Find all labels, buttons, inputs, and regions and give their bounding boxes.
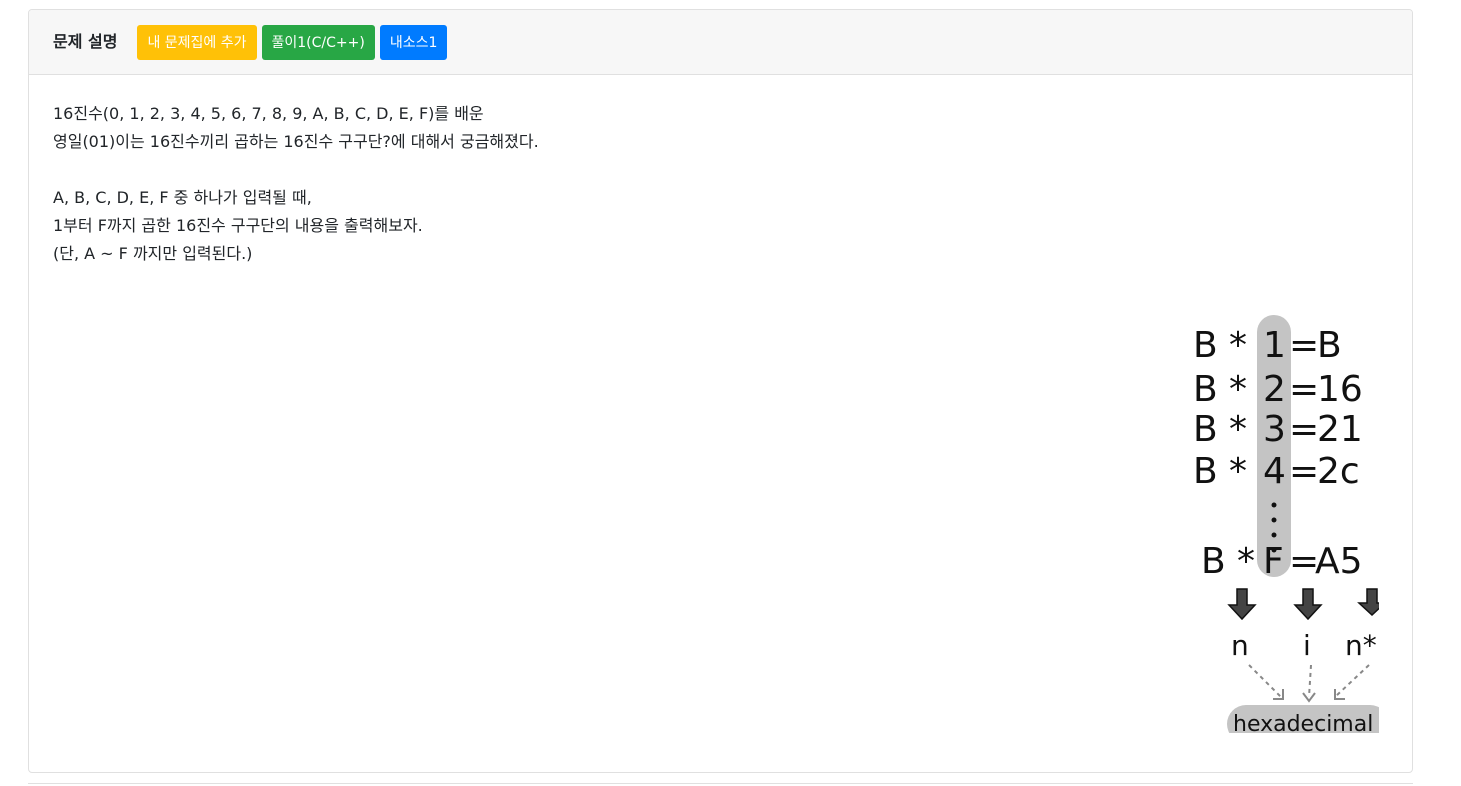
description-line: (단, A ~ F 까지만 입력된다.) <box>53 244 253 263</box>
equation-row: B * 4 = 2c <box>1193 451 1360 492</box>
row-result: 2c <box>1317 451 1360 492</box>
row-op: * <box>1229 325 1247 366</box>
solution-button[interactable]: 풀이1(C/C++) <box>261 24 375 60</box>
row-i: 4 <box>1263 451 1286 492</box>
problem-description: 16진수(0, 1, 2, 3, 4, 5, 6, 7, 8, 9, A, B,… <box>29 75 1412 772</box>
row-op: * <box>1229 369 1247 410</box>
my-source-button[interactable]: 내소스1 <box>379 24 448 60</box>
hex-multiplication-illustration: B * 1 = B B * 2 = 16 B * 3 = 21 B * 4 = … <box>1189 313 1389 743</box>
down-arrow-icon <box>1293 588 1323 621</box>
label-n: n <box>1231 629 1249 662</box>
illustration-svg: B * 1 = B B * 2 = 16 B * 3 = 21 B * 4 = … <box>1193 315 1389 743</box>
dashed-arrows <box>1248 664 1370 698</box>
row-n: B <box>1193 451 1218 492</box>
equation-row: B * 1 = B <box>1193 325 1342 366</box>
equation-row: B * 3 = 21 <box>1193 409 1363 450</box>
problem-card: 문제 설명 내 문제집에 추가 풀이1(C/C++) 내소스1 16진수(0, … <box>28 9 1413 773</box>
description-line: A, B, C, D, E, F 중 하나가 입력될 때, <box>53 188 312 207</box>
row-eq: = <box>1289 369 1319 410</box>
row-n: B <box>1193 325 1218 366</box>
row-result: B <box>1317 325 1342 366</box>
equation-row: B * 2 = 16 <box>1193 369 1363 410</box>
row-eq: = <box>1289 409 1319 450</box>
row-result: 16 <box>1317 369 1363 410</box>
row-op: * <box>1237 541 1255 582</box>
add-to-problem-set-button[interactable]: 내 문제집에 추가 <box>137 24 257 60</box>
row-i: F <box>1263 541 1284 582</box>
row-result: 21 <box>1317 409 1363 450</box>
label-output: hexadecimal <box>1233 712 1373 733</box>
row-eq: = <box>1289 451 1319 492</box>
row-n: B <box>1193 369 1218 410</box>
row-result: A5 <box>1315 541 1363 582</box>
description-line: 1부터 F까지 곱한 16진수 구구단의 내용을 출력해보자. <box>53 216 423 235</box>
row-op: * <box>1229 409 1247 450</box>
equation-row: B * F = A5 <box>1201 541 1363 582</box>
row-i: 2 <box>1263 369 1286 410</box>
row-n: B <box>1201 541 1226 582</box>
row-i: 1 <box>1263 325 1286 366</box>
down-arrow-icon <box>1227 588 1257 621</box>
label-i: i <box>1303 629 1311 662</box>
bottom-divider <box>28 783 1413 784</box>
row-eq: = <box>1289 325 1319 366</box>
description-line <box>53 156 1388 184</box>
description-line: 영일(01)이는 16진수끼리 곱하는 16진수 구구단?에 대해서 궁금해졌다… <box>53 132 539 151</box>
row-i: 3 <box>1263 409 1286 450</box>
down-arrow-icon <box>1357 588 1387 617</box>
description-line: 16진수(0, 1, 2, 3, 4, 5, 6, 7, 8, 9, A, B,… <box>53 104 484 123</box>
row-n: B <box>1193 409 1218 450</box>
card-header: 문제 설명 내 문제집에 추가 풀이1(C/C++) 내소스1 <box>29 10 1412 75</box>
row-op: * <box>1229 451 1247 492</box>
section-title: 문제 설명 <box>53 32 118 51</box>
label-product: n*i <box>1345 629 1379 662</box>
